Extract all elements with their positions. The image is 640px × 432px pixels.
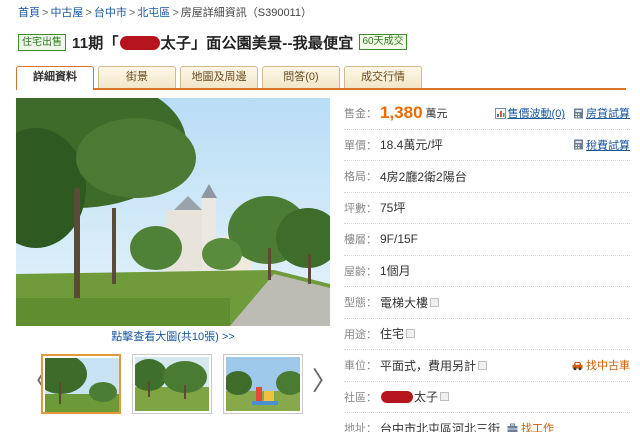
age-value: 1個月 [380,264,411,279]
breadcrumb-used-house[interactable]: 中古屋 [50,7,83,19]
property-details: 售金： 1,380 萬元 售價波動(0) 房貸試算 單價： 18.4萬元/坪 稅… [344,98,630,432]
parking-label: 車位： [344,360,377,373]
usage-label: 用途： [344,328,377,341]
area-value: 75坪 [380,201,406,216]
title-rest: 太子」面公園美景--我最便宜 [160,34,354,52]
floor-value: 9F/15F [380,232,419,247]
find-job-link[interactable]: 找工作 [506,420,554,432]
price-row: 售金： 1,380 萬元 售價波動(0) 房貸試算 [344,98,630,130]
photo-gallery: 〈 〉 [16,350,338,420]
view-large-photo-link[interactable]: 點擊查看大圖(共10張) >> [16,328,330,344]
price-value: 1,380 [380,103,423,123]
help-icon[interactable] [440,392,450,402]
help-icon[interactable] [406,329,416,339]
floor-row: 樓層： 9F/15F [344,224,630,256]
car-icon [572,361,583,370]
price-history-link[interactable]: 售價波動(0) [494,105,565,121]
title-prefix: 11期「 [72,34,119,52]
park-photo-image [16,98,330,326]
area-label: 坪數： [344,202,377,215]
address-label: 地址： [344,423,377,432]
calculator-icon [574,139,583,150]
breadcrumb-taichung[interactable]: 台中市 [94,7,127,19]
type-value: 電梯大樓 [380,295,429,310]
redacted-mark [381,390,413,403]
tab-map[interactable]: 地圖及周邊 [180,66,258,88]
help-icon[interactable] [478,360,488,370]
tab-qa[interactable]: 問答(0) [262,66,340,88]
redacted-mark [119,35,160,50]
community-value: 太子 [414,390,439,405]
calculator-icon [574,108,583,119]
main-photo[interactable] [16,98,330,326]
address-row: 地址： 台中市北屯區河北三街 找工作 [344,413,630,432]
breadcrumb-home[interactable]: 首頁 [18,7,40,19]
chevron-right-icon[interactable]: 〉 [312,368,338,396]
parking-row: 車位： 平面式，費用另計 找中古車 [344,350,630,382]
thumbnail-3[interactable] [223,354,303,414]
unit-price-value: 18.4萬元/坪 [380,138,443,153]
usage-row: 用途： 住宅 [344,319,630,350]
unit-price-row: 單價： 18.4萬元/坪 稅費試算 [344,130,630,161]
tab-details[interactable]: 詳細資料 [16,66,94,90]
tab-transactions[interactable]: 成交行情 [344,66,422,88]
floor-label: 樓層： [344,234,377,247]
tax-calculator-link[interactable]: 稅費試算 [573,137,630,153]
age-label: 屋齡： [344,265,377,278]
days-sold-badge: 60天成交 [359,34,407,50]
page-title: 11期「 太子」面公園美景--我最便宜 [72,32,353,53]
unit-price-label: 單價： [344,139,377,152]
layout-label: 格局： [344,171,377,184]
usage-value: 住宅 [380,327,405,342]
listing-header: 住宅出售 11期「 太子」面公園美景--我最便宜 60天成交 [18,31,407,53]
thumbnail-1-image [43,356,119,412]
breadcrumb-current: 房屋詳細資訊（S390011） [180,7,312,19]
type-row: 型態： 電梯大樓 [344,287,630,319]
layout-value: 4房2廳2衛2陽台 [380,169,467,184]
parking-value: 平面式，費用另計 [380,358,477,373]
thumbnail-2[interactable] [132,354,212,414]
mortgage-calculator-link[interactable]: 房貸試算 [573,105,630,121]
detail-tabs: 詳細資料 街景 地圖及周邊 問答(0) 成交行情 [16,66,626,90]
address-value: 台中市北屯區河北三街 [380,421,501,432]
age-row: 屋齡： 1個月 [344,256,630,287]
community-label: 社區： [344,391,377,404]
chart-icon [494,107,506,119]
find-used-car-link[interactable]: 找中古車 [571,350,630,381]
type-label: 型態： [344,297,377,310]
briefcase-icon [507,423,518,432]
price-label: 售金： [344,108,377,121]
tab-street-view[interactable]: 街景 [98,66,176,88]
breadcrumb-beitun[interactable]: 北屯區 [137,7,170,19]
community-row: 社區： 太子 [344,382,630,413]
area-row: 坪數： 75坪 [344,193,630,224]
sale-type-badge: 住宅出售 [18,33,66,51]
layout-row: 格局： 4房2廳2衛2陽台 [344,161,630,193]
thumbnail-2-image [133,357,209,411]
thumbnail-3-image [224,357,302,411]
price-unit: 萬元 [425,108,448,121]
help-icon[interactable] [430,297,440,307]
breadcrumb: 首頁 > 中古屋 > 台中市 > 北屯區 > 房屋詳細資訊（S390011） [18,7,312,19]
thumbnail-1[interactable] [41,354,121,414]
